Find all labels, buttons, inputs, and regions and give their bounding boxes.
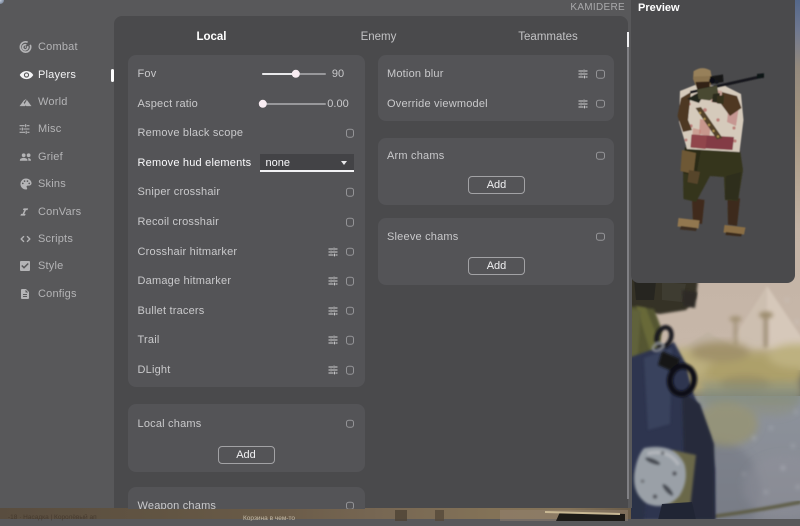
svg-text:-18 · Насадка | Королёвый ап: -18 · Насадка | Королёвый ап xyxy=(8,513,97,521)
svg-text:Корзина в чем-то: Корзина в чем-то xyxy=(243,515,295,521)
